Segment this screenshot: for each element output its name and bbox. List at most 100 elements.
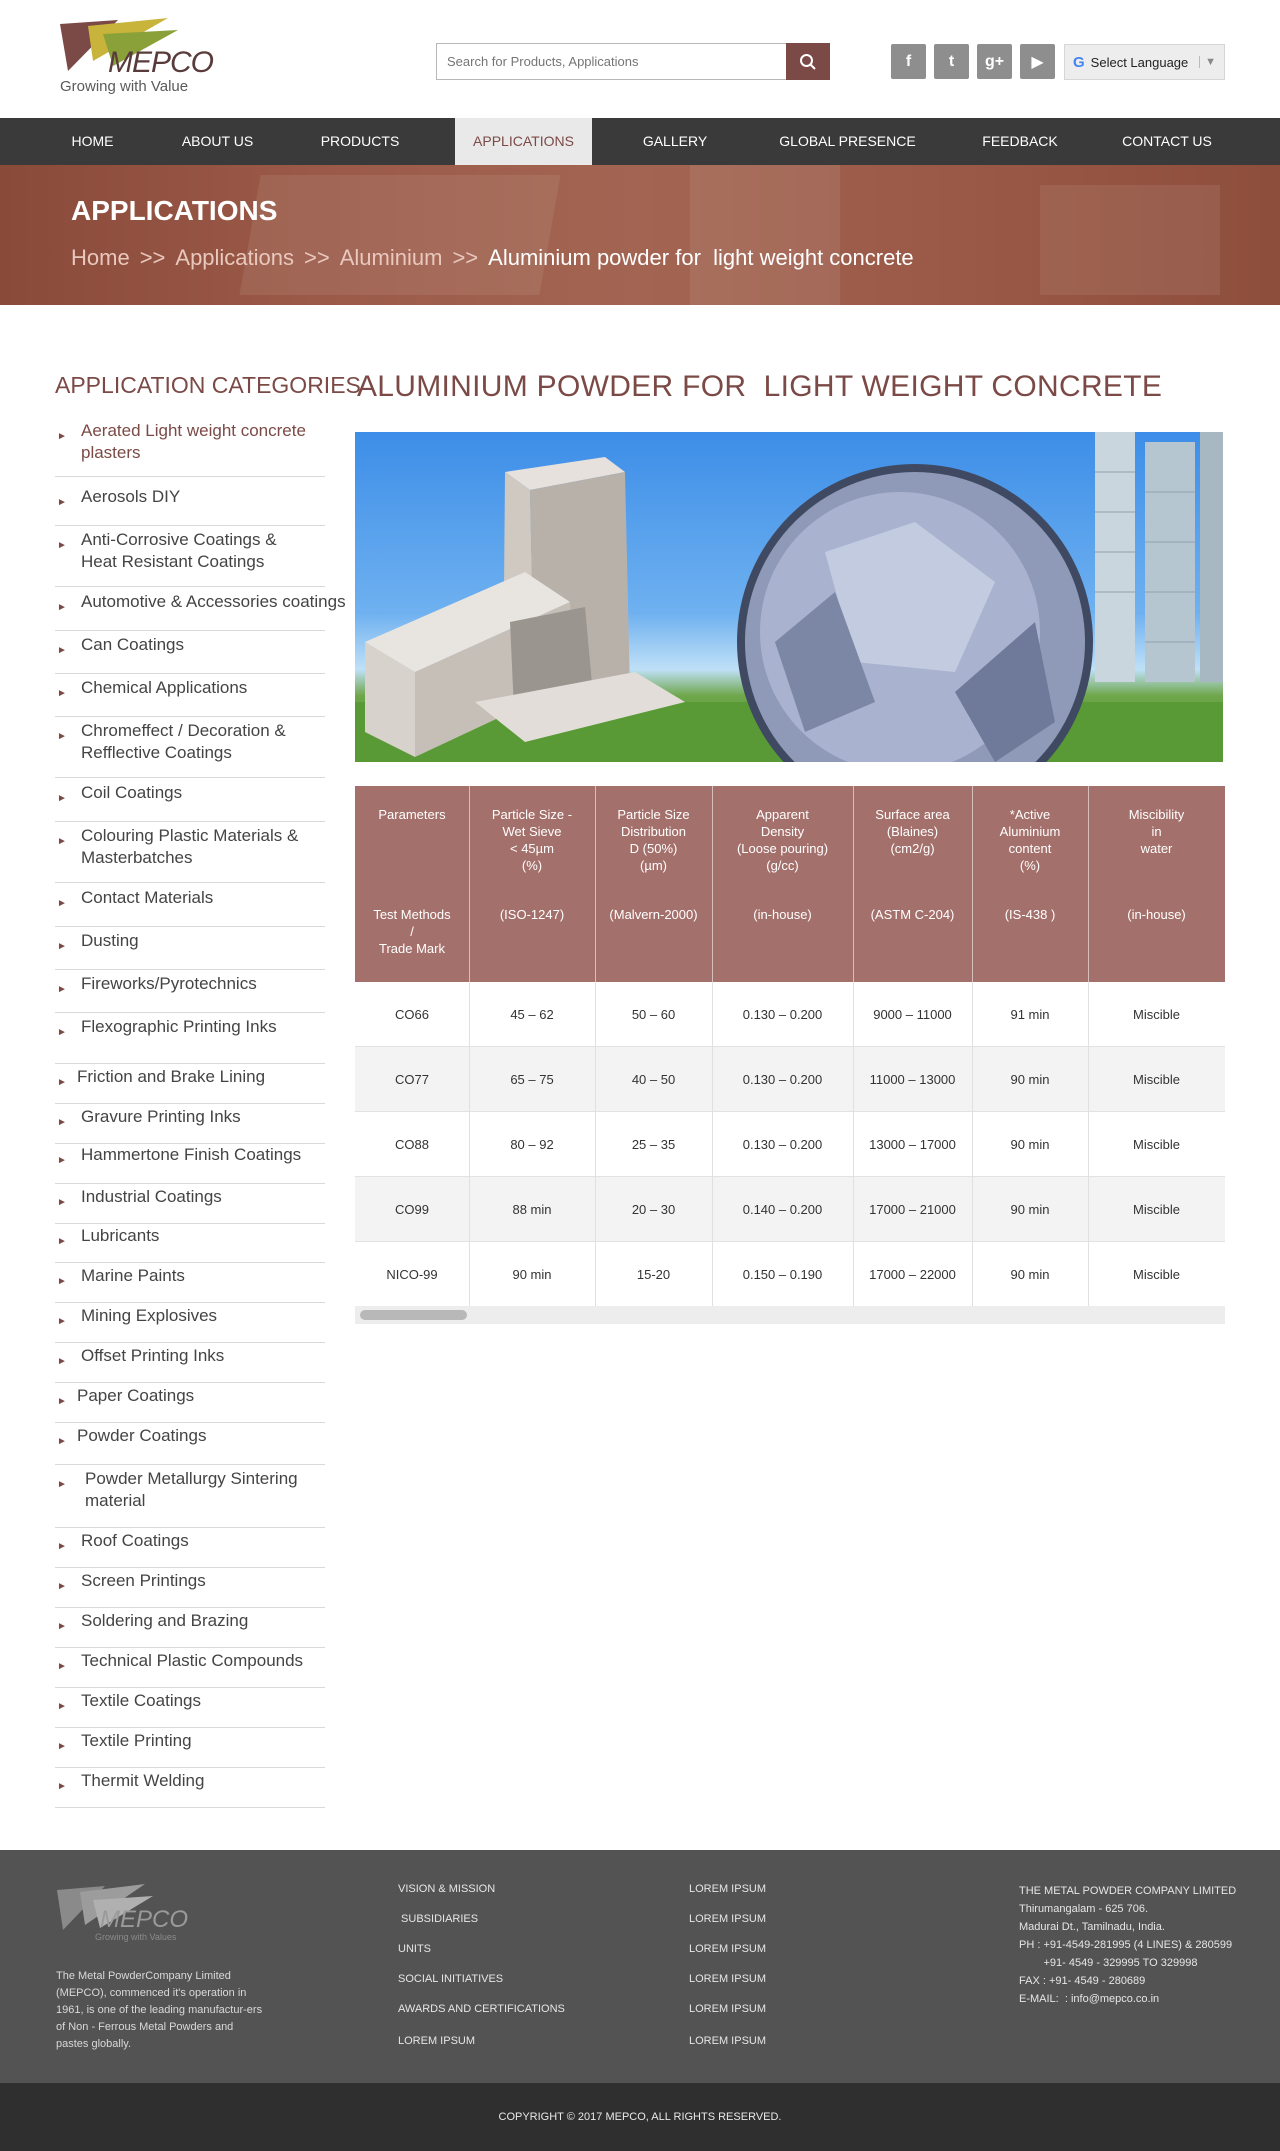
- facebook-icon[interactable]: f: [891, 44, 926, 79]
- google-plus-icon[interactable]: g+: [977, 44, 1012, 79]
- sidebar-item[interactable]: ► Can Coatings: [55, 634, 325, 674]
- site-logo[interactable]: MEPCO Growing with Value: [58, 16, 214, 98]
- table-row: CO88 80 – 92 25 – 35 0.130 – 0.200 13000 – 1…: [355, 1112, 1225, 1177]
- sidebar-item[interactable]: ► Mining Explosives: [55, 1305, 325, 1343]
- table-scrollbar[interactable]: [355, 1306, 1225, 1324]
- sidebar-item[interactable]: ► Flexographic Printing Inks: [55, 1016, 325, 1064]
- footer-link-lorem[interactable]: LOREM IPSUM: [689, 1943, 766, 1955]
- sidebar-item[interactable]: ► Roof Coatings: [55, 1530, 325, 1568]
- sidebar-item-label: Textile Coatings: [81, 1691, 202, 1710]
- sidebar-item[interactable]: ► Soldering and Brazing: [55, 1610, 325, 1648]
- sidebar-item[interactable]: ► Paper Coatings: [55, 1385, 325, 1423]
- breadcrumb-applications[interactable]: Applications: [175, 245, 294, 271]
- footer-link-awards[interactable]: AWARDS AND CERTIFICATIONS: [398, 2003, 565, 2015]
- sidebar-item[interactable]: ► Screen Printings: [55, 1570, 325, 1608]
- banner-bg-shape: [690, 165, 840, 305]
- sidebar-item[interactable]: ► Friction and Brake Lining: [55, 1066, 325, 1104]
- footer-link-lorem[interactable]: LOREM IPSUM: [689, 1883, 766, 1895]
- sidebar-item[interactable]: ► Textile Coatings: [55, 1690, 325, 1728]
- sidebar-item-label: Anti-Corrosive Coatings & Heat Resistant…: [81, 530, 277, 571]
- column-divider: [712, 786, 713, 982]
- sidebar-item-label: Mining Explosives: [81, 1306, 218, 1325]
- sidebar-item[interactable]: ► Anti-Corrosive Coatings & Heat Resistan…: [55, 529, 325, 587]
- sidebar-item[interactable]: ► Aerosols DIY: [55, 486, 325, 526]
- chevron-down-icon: ▼: [1199, 56, 1216, 68]
- hero-image: [355, 432, 1223, 762]
- footer-link-units[interactable]: UNITS: [398, 1943, 431, 1955]
- footer-link-lorem[interactable]: LOREM IPSUM: [689, 1913, 766, 1925]
- table-method-cell: (Malvern-2000): [609, 907, 698, 922]
- footer-logo[interactable]: MEPCO Growing with Values: [55, 1880, 188, 1945]
- table-cell: 88 min: [512, 1202, 552, 1217]
- sidebar-item[interactable]: ► Dusting: [55, 930, 325, 970]
- nav-global-presence[interactable]: GLOBAL PRESENCE: [770, 118, 925, 165]
- sidebar-item-label: Aerated Light weight concrete plasters: [81, 421, 306, 462]
- nav-about-us[interactable]: ABOUT US: [170, 118, 265, 165]
- nav-feedback[interactable]: FEEDBACK: [970, 118, 1070, 165]
- sidebar-item-label: Colouring Plastic Materials & Masterbatc…: [81, 826, 299, 867]
- sidebar-item[interactable]: ► Colouring Plastic Materials & Masterbat…: [55, 825, 325, 883]
- language-label: Select Language: [1090, 54, 1189, 70]
- sidebar-item[interactable]: ► Coil Coatings: [55, 782, 325, 822]
- page-title: APPLICATIONS: [71, 195, 278, 226]
- sidebar-item[interactable]: ► Thermit Welding: [55, 1770, 325, 1808]
- sidebar-item[interactable]: ► Industrial Coatings: [55, 1186, 325, 1224]
- social-links: f t g+ ▶: [891, 44, 1055, 79]
- nav-contact-us[interactable]: CONTACT US: [1112, 118, 1222, 165]
- sidebar-item[interactable]: ► Powder Coatings: [55, 1425, 325, 1465]
- table-cell: Miscible: [1133, 1007, 1180, 1022]
- footer-link-lorem[interactable]: LOREM IPSUM: [398, 2035, 475, 2047]
- copyright-bar: COPYRIGHT © 2017 MEPCO, ALL RIGHTS RESER…: [0, 2083, 1280, 2151]
- breadcrumb-home[interactable]: Home: [71, 245, 130, 271]
- breadcrumb-separator: >>: [452, 245, 479, 270]
- sidebar-item-label: Friction and Brake Lining: [77, 1067, 266, 1086]
- sidebar-item[interactable]: ► Powder Metallurgy Sintering material: [55, 1468, 325, 1528]
- sidebar-item[interactable]: ► Automotive & Accessories coatings: [55, 591, 346, 631]
- sidebar-item[interactable]: ► Gravure Printing Inks: [55, 1106, 325, 1144]
- nav-applications[interactable]: APPLICATIONS: [455, 118, 592, 165]
- sidebar-item-label: Chromeffect / Decoration & Refflective C…: [81, 721, 286, 762]
- footer-link-vision[interactable]: VISION & MISSION: [398, 1883, 495, 1895]
- table-method-cell: (ASTM C-204): [870, 907, 955, 922]
- nav-products[interactable]: PRODUCTS: [310, 118, 410, 165]
- footer-link-subsidiaries[interactable]: SUBSIDIARIES: [398, 1913, 478, 1925]
- footer-link-social[interactable]: SOCIAL INITIATIVES: [398, 1973, 503, 1985]
- language-selector[interactable]: G Select Language ▼: [1064, 44, 1225, 80]
- footer-link-lorem[interactable]: LOREM IPSUM: [689, 2035, 766, 2047]
- footer-link-lorem[interactable]: LOREM IPSUM: [689, 2003, 766, 2015]
- sidebar-item[interactable]: ► Lubricants: [55, 1225, 325, 1263]
- nav-gallery[interactable]: GALLERY: [630, 118, 720, 165]
- nav-home[interactable]: HOME: [55, 118, 130, 165]
- column-divider: [712, 1112, 713, 1177]
- site-footer: MEPCO Growing with Values The Metal Powd…: [0, 1850, 1280, 2083]
- bullet-arrow-icon: ►: [57, 1661, 67, 1672]
- search-button[interactable]: [786, 43, 830, 80]
- column-divider: [712, 1177, 713, 1242]
- twitter-icon[interactable]: t: [934, 44, 969, 79]
- sidebar-item[interactable]: ► Fireworks/Pyrotechnics: [55, 973, 325, 1013]
- sidebar-item-label: Automotive & Accessories coatings: [81, 592, 346, 611]
- table-cell: 50 – 60: [631, 1007, 676, 1022]
- breadcrumb-aluminium[interactable]: Aluminium: [340, 245, 443, 271]
- sidebar-item[interactable]: ► Aerated Light weight concrete plasters: [55, 420, 325, 477]
- sidebar-item[interactable]: ► Offset Printing Inks: [55, 1345, 325, 1383]
- column-divider: [972, 1047, 973, 1112]
- bullet-arrow-icon: ►: [57, 1541, 67, 1552]
- youtube-icon[interactable]: ▶: [1020, 44, 1055, 79]
- sidebar-item[interactable]: ► Chemical Applications: [55, 677, 325, 717]
- sidebar-item-label: Soldering and Brazing: [81, 1611, 249, 1630]
- sidebar-item[interactable]: ► Hammertone Finish Coatings: [55, 1144, 325, 1184]
- sidebar-item[interactable]: ► Contact Materials: [55, 887, 325, 927]
- sidebar-item[interactable]: ► Marine Paints: [55, 1265, 325, 1303]
- footer-link-lorem[interactable]: LOREM IPSUM: [689, 1973, 766, 1985]
- sidebar-item[interactable]: ► Textile Printing: [55, 1730, 325, 1768]
- table-cell: 11000 – 13000: [869, 1072, 956, 1087]
- sidebar-item-label: Paper Coatings: [77, 1386, 195, 1405]
- sidebar-item[interactable]: ► Technical Plastic Compounds: [55, 1650, 325, 1688]
- site-header: MEPCO Growing with Value f t g+ ▶ G Sele…: [0, 0, 1280, 118]
- sidebar-item-label: Contact Materials: [81, 888, 214, 907]
- sidebar-item[interactable]: ► Chromeffect / Decoration & Refflective …: [55, 720, 325, 778]
- sidebar-item-label: Aerosols DIY: [81, 487, 181, 506]
- search-input[interactable]: [437, 44, 787, 79]
- scrollbar-thumb[interactable]: [360, 1310, 467, 1320]
